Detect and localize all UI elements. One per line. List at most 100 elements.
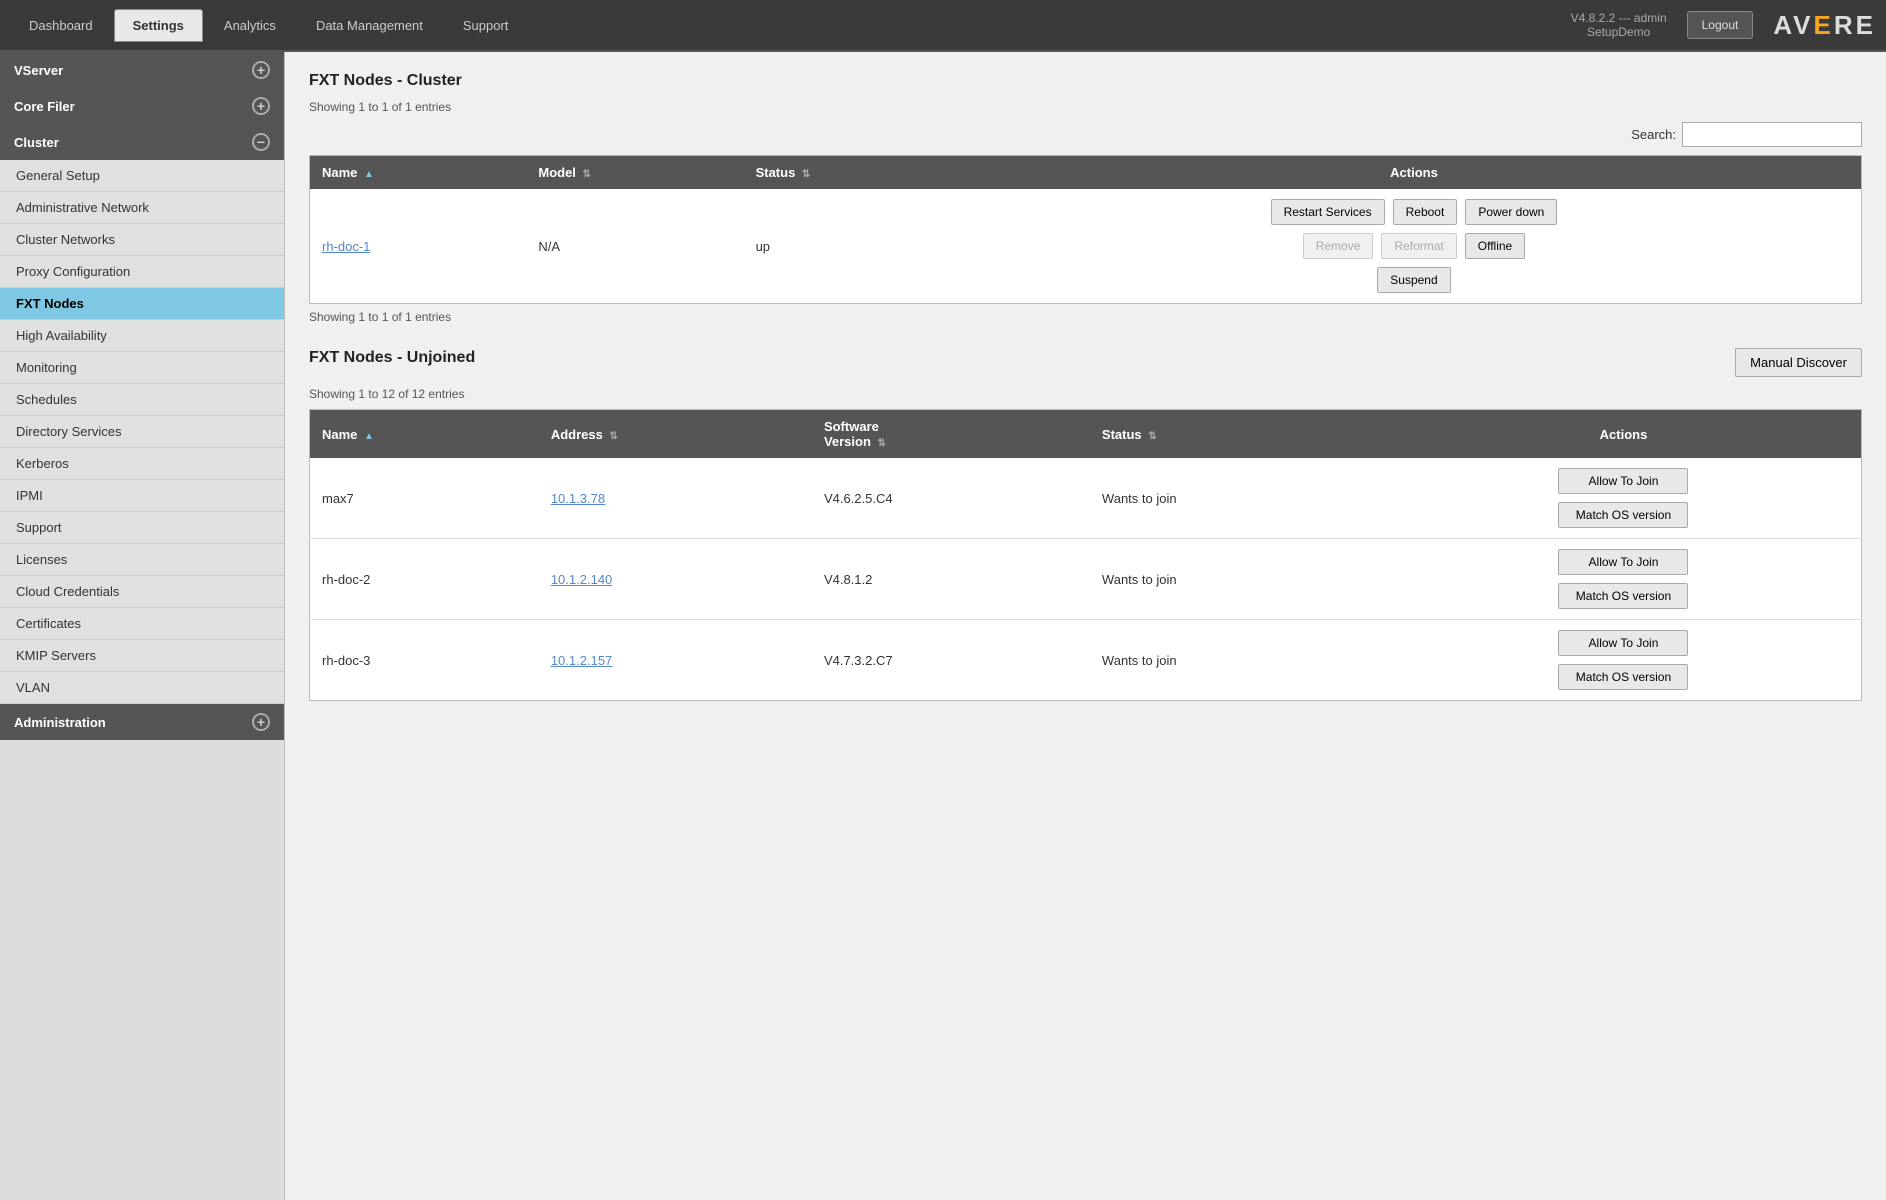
avere-logo: AVERE xyxy=(1773,10,1876,41)
core-filer-expand-icon: + xyxy=(252,97,270,115)
uname-sort-icon[interactable]: ▲ xyxy=(364,431,374,442)
col-status: Status ⇅ xyxy=(744,156,967,190)
offline-button[interactable]: Offline xyxy=(1465,233,1525,259)
sidebar-item-kerberos[interactable]: Kerberos xyxy=(0,448,284,480)
ucol-name: Name ▲ xyxy=(310,410,539,459)
sidebar-item-kmip-servers[interactable]: KMIP Servers xyxy=(0,640,284,672)
unode-name-0: max7 xyxy=(310,458,539,539)
version-text: V4.8.2.2 --- admin xyxy=(1571,11,1667,25)
name-sort-icon[interactable]: ▲ xyxy=(364,169,374,180)
reboot-button[interactable]: Reboot xyxy=(1393,199,1458,225)
actions-row-1: Restart Services Reboot Power down xyxy=(1269,197,1560,227)
node-name: rh-doc-1 xyxy=(310,189,527,304)
table-row: rh-doc-3 10.1.2.157 V4.7.3.2.C7 Wants to… xyxy=(310,620,1862,701)
unjoined-header-row: FXT Nodes - Unjoined Manual Discover xyxy=(309,348,1862,377)
sidebar-item-directory-services[interactable]: Directory Services xyxy=(0,416,284,448)
allow-join-button-0[interactable]: Allow To Join xyxy=(1558,468,1688,494)
remove-button[interactable]: Remove xyxy=(1303,233,1374,259)
search-input[interactable] xyxy=(1682,122,1862,147)
unode-actions-2: Allow To Join Match OS version xyxy=(1386,620,1862,701)
sidebar-item-vlan[interactable]: VLAN xyxy=(0,672,284,704)
sidebar-item-support[interactable]: Support xyxy=(0,512,284,544)
uaddress-sort-icon[interactable]: ⇅ xyxy=(609,431,617,442)
vserver-expand-icon: + xyxy=(252,61,270,79)
status-sort-icon[interactable]: ⇅ xyxy=(802,169,810,180)
node-model: N/A xyxy=(526,189,743,304)
node-name-link[interactable]: rh-doc-1 xyxy=(322,239,370,254)
match-os-button-1[interactable]: Match OS version xyxy=(1558,583,1688,609)
unode-sw-1: V4.8.1.2 xyxy=(812,539,1090,620)
sidebar-item-ipmi[interactable]: IPMI xyxy=(0,480,284,512)
col-model: Model ⇅ xyxy=(526,156,743,190)
table-row: rh-doc-2 10.1.2.140 V4.8.1.2 Wants to jo… xyxy=(310,539,1862,620)
nav-tabs: Dashboard Settings Analytics Data Manage… xyxy=(10,9,1551,42)
logout-button[interactable]: Logout xyxy=(1687,11,1754,39)
col-name: Name ▲ xyxy=(310,156,527,190)
ustatus-sort-icon[interactable]: ⇅ xyxy=(1148,431,1156,442)
actions-row-2: Remove Reformat Offline xyxy=(1301,231,1528,261)
cluster-label: Cluster xyxy=(14,135,59,150)
tab-analytics[interactable]: Analytics xyxy=(205,9,295,42)
sidebar-item-general-setup[interactable]: General Setup xyxy=(0,160,284,192)
sidebar-item-high-availability[interactable]: High Availability xyxy=(0,320,284,352)
tab-support[interactable]: Support xyxy=(444,9,528,42)
unode-addr-link-2[interactable]: 10.1.2.157 xyxy=(551,653,612,668)
usoftware-sort-icon[interactable]: ⇅ xyxy=(878,438,886,449)
reformat-button[interactable]: Reformat xyxy=(1381,233,1456,259)
unjoined-actions-0: Allow To Join Match OS version xyxy=(1398,466,1849,530)
match-os-button-0[interactable]: Match OS version xyxy=(1558,502,1688,528)
tab-dashboard[interactable]: Dashboard xyxy=(10,9,112,42)
sidebar-section-cluster[interactable]: Cluster − xyxy=(0,124,284,160)
cluster-name: SetupDemo xyxy=(1571,25,1667,39)
ucol-actions: Actions xyxy=(1386,410,1862,459)
unode-status-2: Wants to join xyxy=(1090,620,1386,701)
unjoined-showing: Showing 1 to 12 of 12 entries xyxy=(309,387,1862,401)
sidebar-item-monitoring[interactable]: Monitoring xyxy=(0,352,284,384)
node-status: up xyxy=(744,189,967,304)
unjoined-section-title: FXT Nodes - Unjoined xyxy=(309,349,475,367)
unode-sw-2: V4.7.3.2.C7 xyxy=(812,620,1090,701)
allow-join-button-2[interactable]: Allow To Join xyxy=(1558,630,1688,656)
unjoined-actions-1: Allow To Join Match OS version xyxy=(1398,547,1849,611)
tab-data-management[interactable]: Data Management xyxy=(297,9,442,42)
allow-join-button-1[interactable]: Allow To Join xyxy=(1558,549,1688,575)
sidebar-item-licenses[interactable]: Licenses xyxy=(0,544,284,576)
version-meta: V4.8.2.2 --- admin SetupDemo xyxy=(1571,11,1667,39)
unode-name-2: rh-doc-3 xyxy=(310,620,539,701)
cluster-collapse-icon: − xyxy=(252,133,270,151)
suspend-button[interactable]: Suspend xyxy=(1377,267,1450,293)
cluster-showing-bottom: Showing 1 to 1 of 1 entries xyxy=(309,310,1862,324)
unode-status-1: Wants to join xyxy=(1090,539,1386,620)
col-actions: Actions xyxy=(967,156,1862,190)
unode-addr-1: 10.1.2.140 xyxy=(539,539,812,620)
ucol-status: Status ⇅ xyxy=(1090,410,1386,459)
sidebar-item-cluster-networks[interactable]: Cluster Networks xyxy=(0,224,284,256)
administration-expand-icon: + xyxy=(252,713,270,731)
sidebar-item-proxy-config[interactable]: Proxy Configuration xyxy=(0,256,284,288)
top-nav: Dashboard Settings Analytics Data Manage… xyxy=(0,0,1886,52)
manual-discover-button[interactable]: Manual Discover xyxy=(1735,348,1862,377)
unode-addr-link-0[interactable]: 10.1.3.78 xyxy=(551,491,605,506)
restart-services-button[interactable]: Restart Services xyxy=(1271,199,1385,225)
tab-settings[interactable]: Settings xyxy=(114,9,203,42)
model-sort-icon[interactable]: ⇅ xyxy=(583,169,591,180)
ucol-address: Address ⇅ xyxy=(539,410,812,459)
unode-actions-1: Allow To Join Match OS version xyxy=(1386,539,1862,620)
unode-addr-link-1[interactable]: 10.1.2.140 xyxy=(551,572,612,587)
sidebar-section-vserver[interactable]: VServer + xyxy=(0,52,284,88)
node-actions: Restart Services Reboot Power down Remov… xyxy=(967,189,1862,304)
sidebar-item-schedules[interactable]: Schedules xyxy=(0,384,284,416)
sidebar-section-core-filer[interactable]: Core Filer + xyxy=(0,88,284,124)
cluster-section-title: FXT Nodes - Cluster xyxy=(309,72,1862,90)
power-down-button[interactable]: Power down xyxy=(1465,199,1557,225)
table-row: rh-doc-1 N/A up Restart Services Reboot … xyxy=(310,189,1862,304)
sidebar-section-administration[interactable]: Administration + xyxy=(0,704,284,740)
sidebar-item-admin-network[interactable]: Administrative Network xyxy=(0,192,284,224)
core-filer-label: Core Filer xyxy=(14,99,75,114)
sidebar-item-certificates[interactable]: Certificates xyxy=(0,608,284,640)
sidebar-item-fxt-nodes[interactable]: FXT Nodes xyxy=(0,288,284,320)
actions-row-3: Suspend xyxy=(1375,265,1452,295)
match-os-button-2[interactable]: Match OS version xyxy=(1558,664,1688,690)
sidebar-item-cloud-credentials[interactable]: Cloud Credentials xyxy=(0,576,284,608)
unode-status-0: Wants to join xyxy=(1090,458,1386,539)
